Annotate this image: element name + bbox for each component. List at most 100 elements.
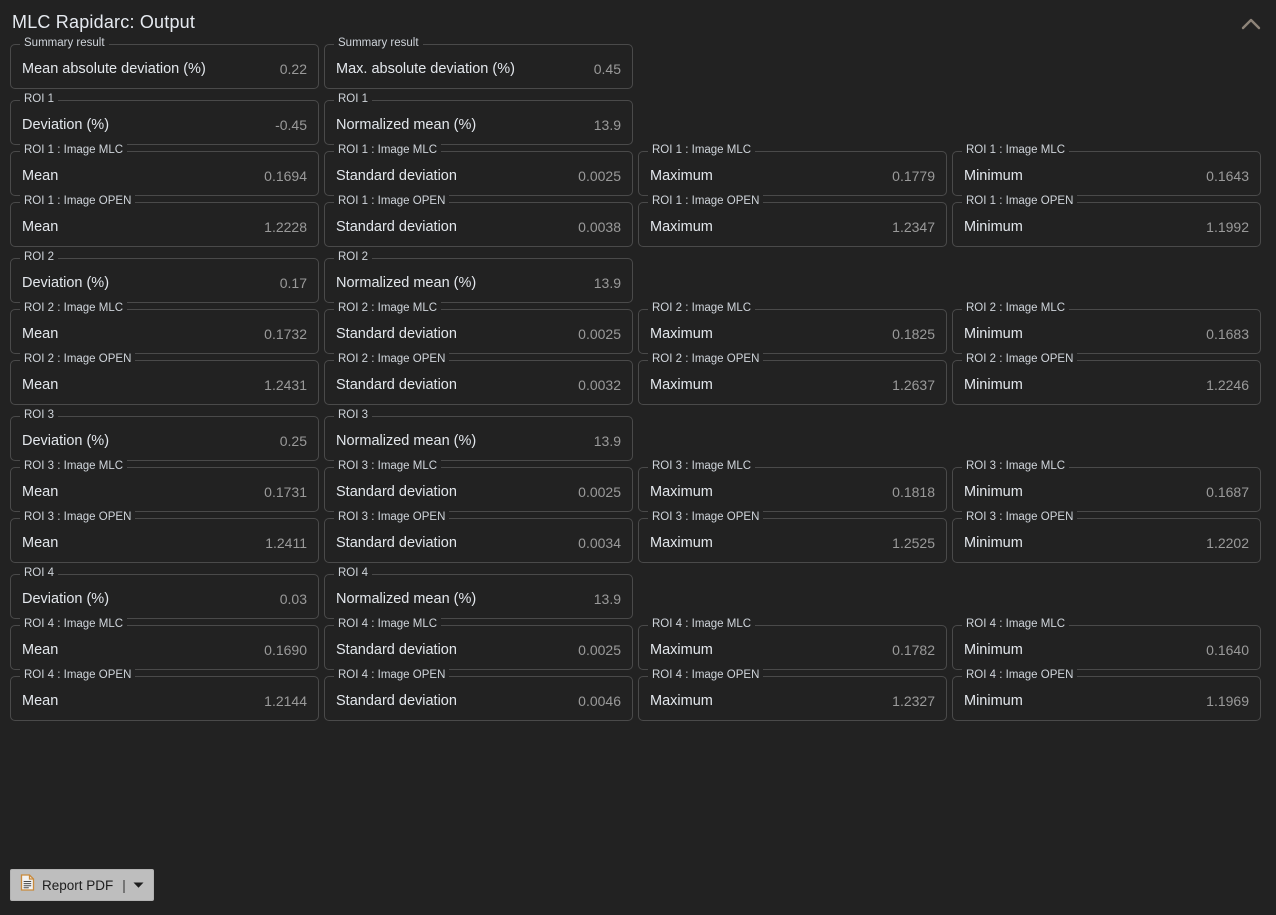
report-pdf-button[interactable]: Report PDF | [10,869,154,901]
result-cell: ROI 2 Deviation (%) 0.17 [10,251,319,303]
result-card-legend: ROI 1 : Image MLC [648,144,756,157]
result-card-label: Normalized mean (%) [336,274,477,291]
result-card-legend: ROI 4 : Image OPEN [20,669,136,682]
result-card-label: Standard deviation [336,534,457,551]
result-cell: ROI 3 : Image MLC Mean 0.1731 [10,460,319,512]
result-card: ROI 1 : Image MLC Minimum 0.1643 [952,144,1261,196]
result-card-value: 0.1643 [1206,167,1249,184]
result-card-value: 0.1782 [892,641,935,658]
result-card: ROI 1 : Image MLC Standard deviation 0.002… [324,144,633,196]
result-card-legend: ROI 3 [20,409,59,422]
result-card-label: Minimum [964,483,1023,500]
result-card: ROI 2 Normalized mean (%) 13.9 [324,251,633,303]
result-card-legend: Summary result [334,37,423,50]
page-title: MLC Rapidarc: Output [12,11,196,32]
result-card-legend: ROI 2 : Image OPEN [334,353,450,366]
result-card-label: Maximum [650,376,713,393]
result-row: Summary result Mean absolute deviation (%… [10,37,1266,89]
result-card-legend: ROI 4 : Image MLC [962,618,1070,631]
result-cell: Summary result Max. absolute deviation (%… [324,37,633,89]
result-card: ROI 2 : Image OPEN Maximum 1.2637 [638,353,947,405]
result-cell: ROI 4 : Image MLC Mean 0.1690 [10,618,319,670]
result-card: ROI 3 : Image OPEN Standard deviation 0.00… [324,511,633,563]
result-row: ROI 4 Deviation (%) 0.03 ROI 4 Normalized me… [10,567,1266,619]
result-cell: ROI 3 : Image OPEN Maximum 1.2525 [638,511,947,563]
result-card-legend: ROI 2 : Image MLC [20,302,128,315]
result-card-legend: ROI 2 : Image MLC [962,302,1070,315]
result-card-label: Mean [22,167,59,184]
result-cell: ROI 2 : Image OPEN Minimum 1.2246 [952,353,1261,405]
result-card-value: -0.45 [275,116,307,133]
result-card-label: Standard deviation [336,483,457,500]
result-card-legend: ROI 3 : Image OPEN [20,511,136,524]
result-card-label: Maximum [650,534,713,551]
result-card-legend: ROI 1 : Image MLC [334,144,442,157]
result-card-value: 0.1690 [264,641,307,658]
result-card-value: 0.03 [279,590,307,607]
result-card: ROI 4 : Image MLC Maximum 0.1782 [638,618,947,670]
result-card-legend: ROI 4 : Image MLC [334,618,442,631]
result-cell: ROI 4 : Image OPEN Standard deviation 0.00… [324,669,633,721]
result-card-label: Mean [22,325,59,342]
result-card-label: Mean absolute deviation (%) [22,60,206,77]
result-card-label: Maximum [650,641,713,658]
result-card: ROI 2 : Image MLC Minimum 0.1683 [952,302,1261,354]
result-card-value: 0.1779 [892,167,935,184]
button-separator: | [122,877,126,893]
result-card-value: 13.9 [593,274,621,291]
result-card: ROI 4 : Image OPEN Standard deviation 0.00… [324,669,633,721]
result-card: ROI 2 : Image OPEN Mean 1.2431 [10,353,319,405]
result-card-label: Minimum [964,325,1023,342]
result-card-label: Standard deviation [336,641,457,658]
result-card-value: 0.1694 [264,167,307,184]
result-card-legend: Summary result [20,37,109,50]
result-card-label: Normalized mean (%) [336,432,477,449]
result-cell: ROI 1 Deviation (%) -0.45 [10,93,319,145]
result-cell: ROI 3 : Image OPEN Minimum 1.2202 [952,511,1261,563]
result-card-legend: ROI 2 : Image OPEN [648,353,764,366]
output-panel: MLC Rapidarc: Output Summary result Mean … [0,0,1276,915]
result-card-legend: ROI 1 : Image OPEN [334,195,450,208]
result-row: ROI 3 : Image MLC Mean 0.1731 ROI 3 : Image… [10,460,1266,512]
result-card-value: 1.1992 [1206,218,1249,235]
result-cell: ROI 2 : Image OPEN Maximum 1.2637 [638,353,947,405]
result-card-label: Standard deviation [336,692,457,709]
result-card-value: 1.2347 [892,218,935,235]
result-card: ROI 3 : Image MLC Maximum 0.1818 [638,460,947,512]
result-card: ROI 4 : Image MLC Standard deviation 0.002… [324,618,633,670]
result-card: ROI 1 : Image MLC Maximum 0.1779 [638,144,947,196]
result-card-value: 1.2525 [892,534,935,551]
result-card-legend: ROI 1 : Image MLC [20,144,128,157]
result-card-value: 0.45 [593,60,621,77]
result-card-value: 0.22 [279,60,307,77]
document-icon [20,874,35,896]
result-card-value: 1.1969 [1206,692,1249,709]
result-card-label: Standard deviation [336,167,457,184]
result-card-legend: ROI 1 : Image OPEN [962,195,1078,208]
result-card-value: 13.9 [593,116,621,133]
result-card-legend: ROI 2 : Image MLC [648,302,756,315]
result-card-label: Mean [22,483,59,500]
result-cell: ROI 2 : Image MLC Maximum 0.1825 [638,302,947,354]
result-card-label: Deviation (%) [22,116,110,133]
result-card-label: Minimum [964,534,1023,551]
chevron-up-icon[interactable] [1238,10,1264,36]
result-card-legend: ROI 4 : Image MLC [648,618,756,631]
result-cell: ROI 4 : Image OPEN Maximum 1.2327 [638,669,947,721]
result-cell: ROI 4 Deviation (%) 0.03 [10,567,319,619]
result-cell: ROI 3 Deviation (%) 0.25 [10,409,319,461]
result-cell: ROI 1 : Image MLC Maximum 0.1779 [638,144,947,196]
result-card-label: Standard deviation [336,218,457,235]
result-card-label: Normalized mean (%) [336,590,477,607]
result-row: ROI 2 : Image OPEN Mean 1.2431 ROI 2 : Imag… [10,353,1266,405]
caret-down-icon[interactable] [133,876,144,894]
result-cell: ROI 3 : Image MLC Standard deviation 0.002… [324,460,633,512]
result-card-value: 1.2202 [1206,534,1249,551]
result-cell: ROI 4 : Image MLC Maximum 0.1782 [638,618,947,670]
result-cell: ROI 2 : Image OPEN Standard deviation 0.00… [324,353,633,405]
result-cell: ROI 3 : Image OPEN Mean 1.2411 [10,511,319,563]
result-card-label: Mean [22,218,59,235]
result-cell: ROI 1 : Image OPEN Mean 1.2228 [10,195,319,247]
result-card-label: Minimum [964,692,1023,709]
result-card-value: 1.2327 [892,692,935,709]
